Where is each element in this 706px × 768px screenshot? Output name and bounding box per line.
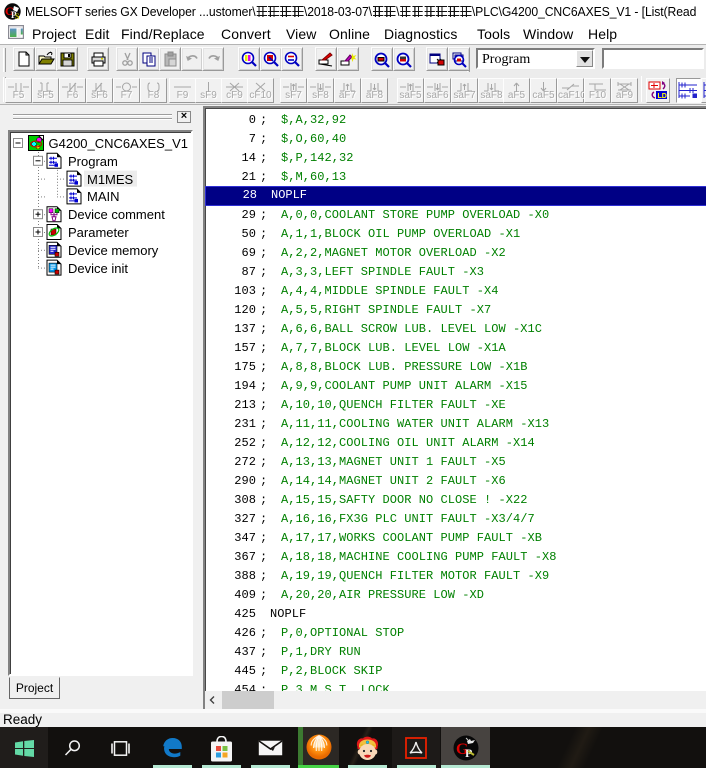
- svg-text:S: S: [15, 12, 20, 20]
- svg-text:LD: LD: [658, 93, 667, 100]
